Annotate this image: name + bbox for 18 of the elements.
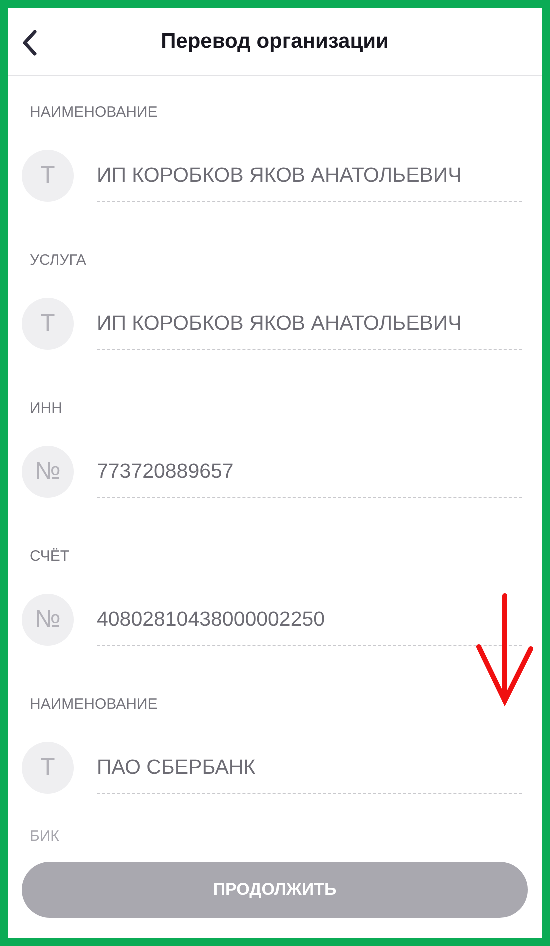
screen-title: Перевод организации <box>161 30 389 54</box>
back-icon <box>22 30 38 56</box>
field-label: ИНН <box>30 400 64 418</box>
field-type-icon: № <box>22 594 74 646</box>
field-label: БИК <box>30 828 60 846</box>
field-type-icon: Т <box>22 298 74 350</box>
field-type-icon: Т <box>22 742 74 794</box>
field-value[interactable]: 40802810438000002250 <box>97 594 522 646</box>
field-value[interactable]: 773720889657 <box>97 446 522 498</box>
field-type-icon: Т <box>22 150 74 202</box>
field-type-icon: № <box>22 446 74 498</box>
field-value[interactable]: ИП КОРОБКОВ ЯКОВ АНАТОЛЬЕВИЧ <box>97 298 522 350</box>
field-value[interactable]: ИП КОРОБКОВ ЯКОВ АНАТОЛЬЕВИЧ <box>97 150 522 202</box>
field-label: СЧЁТ <box>30 548 71 566</box>
field-label: НАИМЕНОВАНИЕ <box>30 696 159 714</box>
field-label: НАИМЕНОВАНИЕ <box>30 104 159 122</box>
field-value[interactable]: ПАО СБЕРБАНК <box>97 742 522 794</box>
field-label: УСЛУГА <box>30 252 88 270</box>
